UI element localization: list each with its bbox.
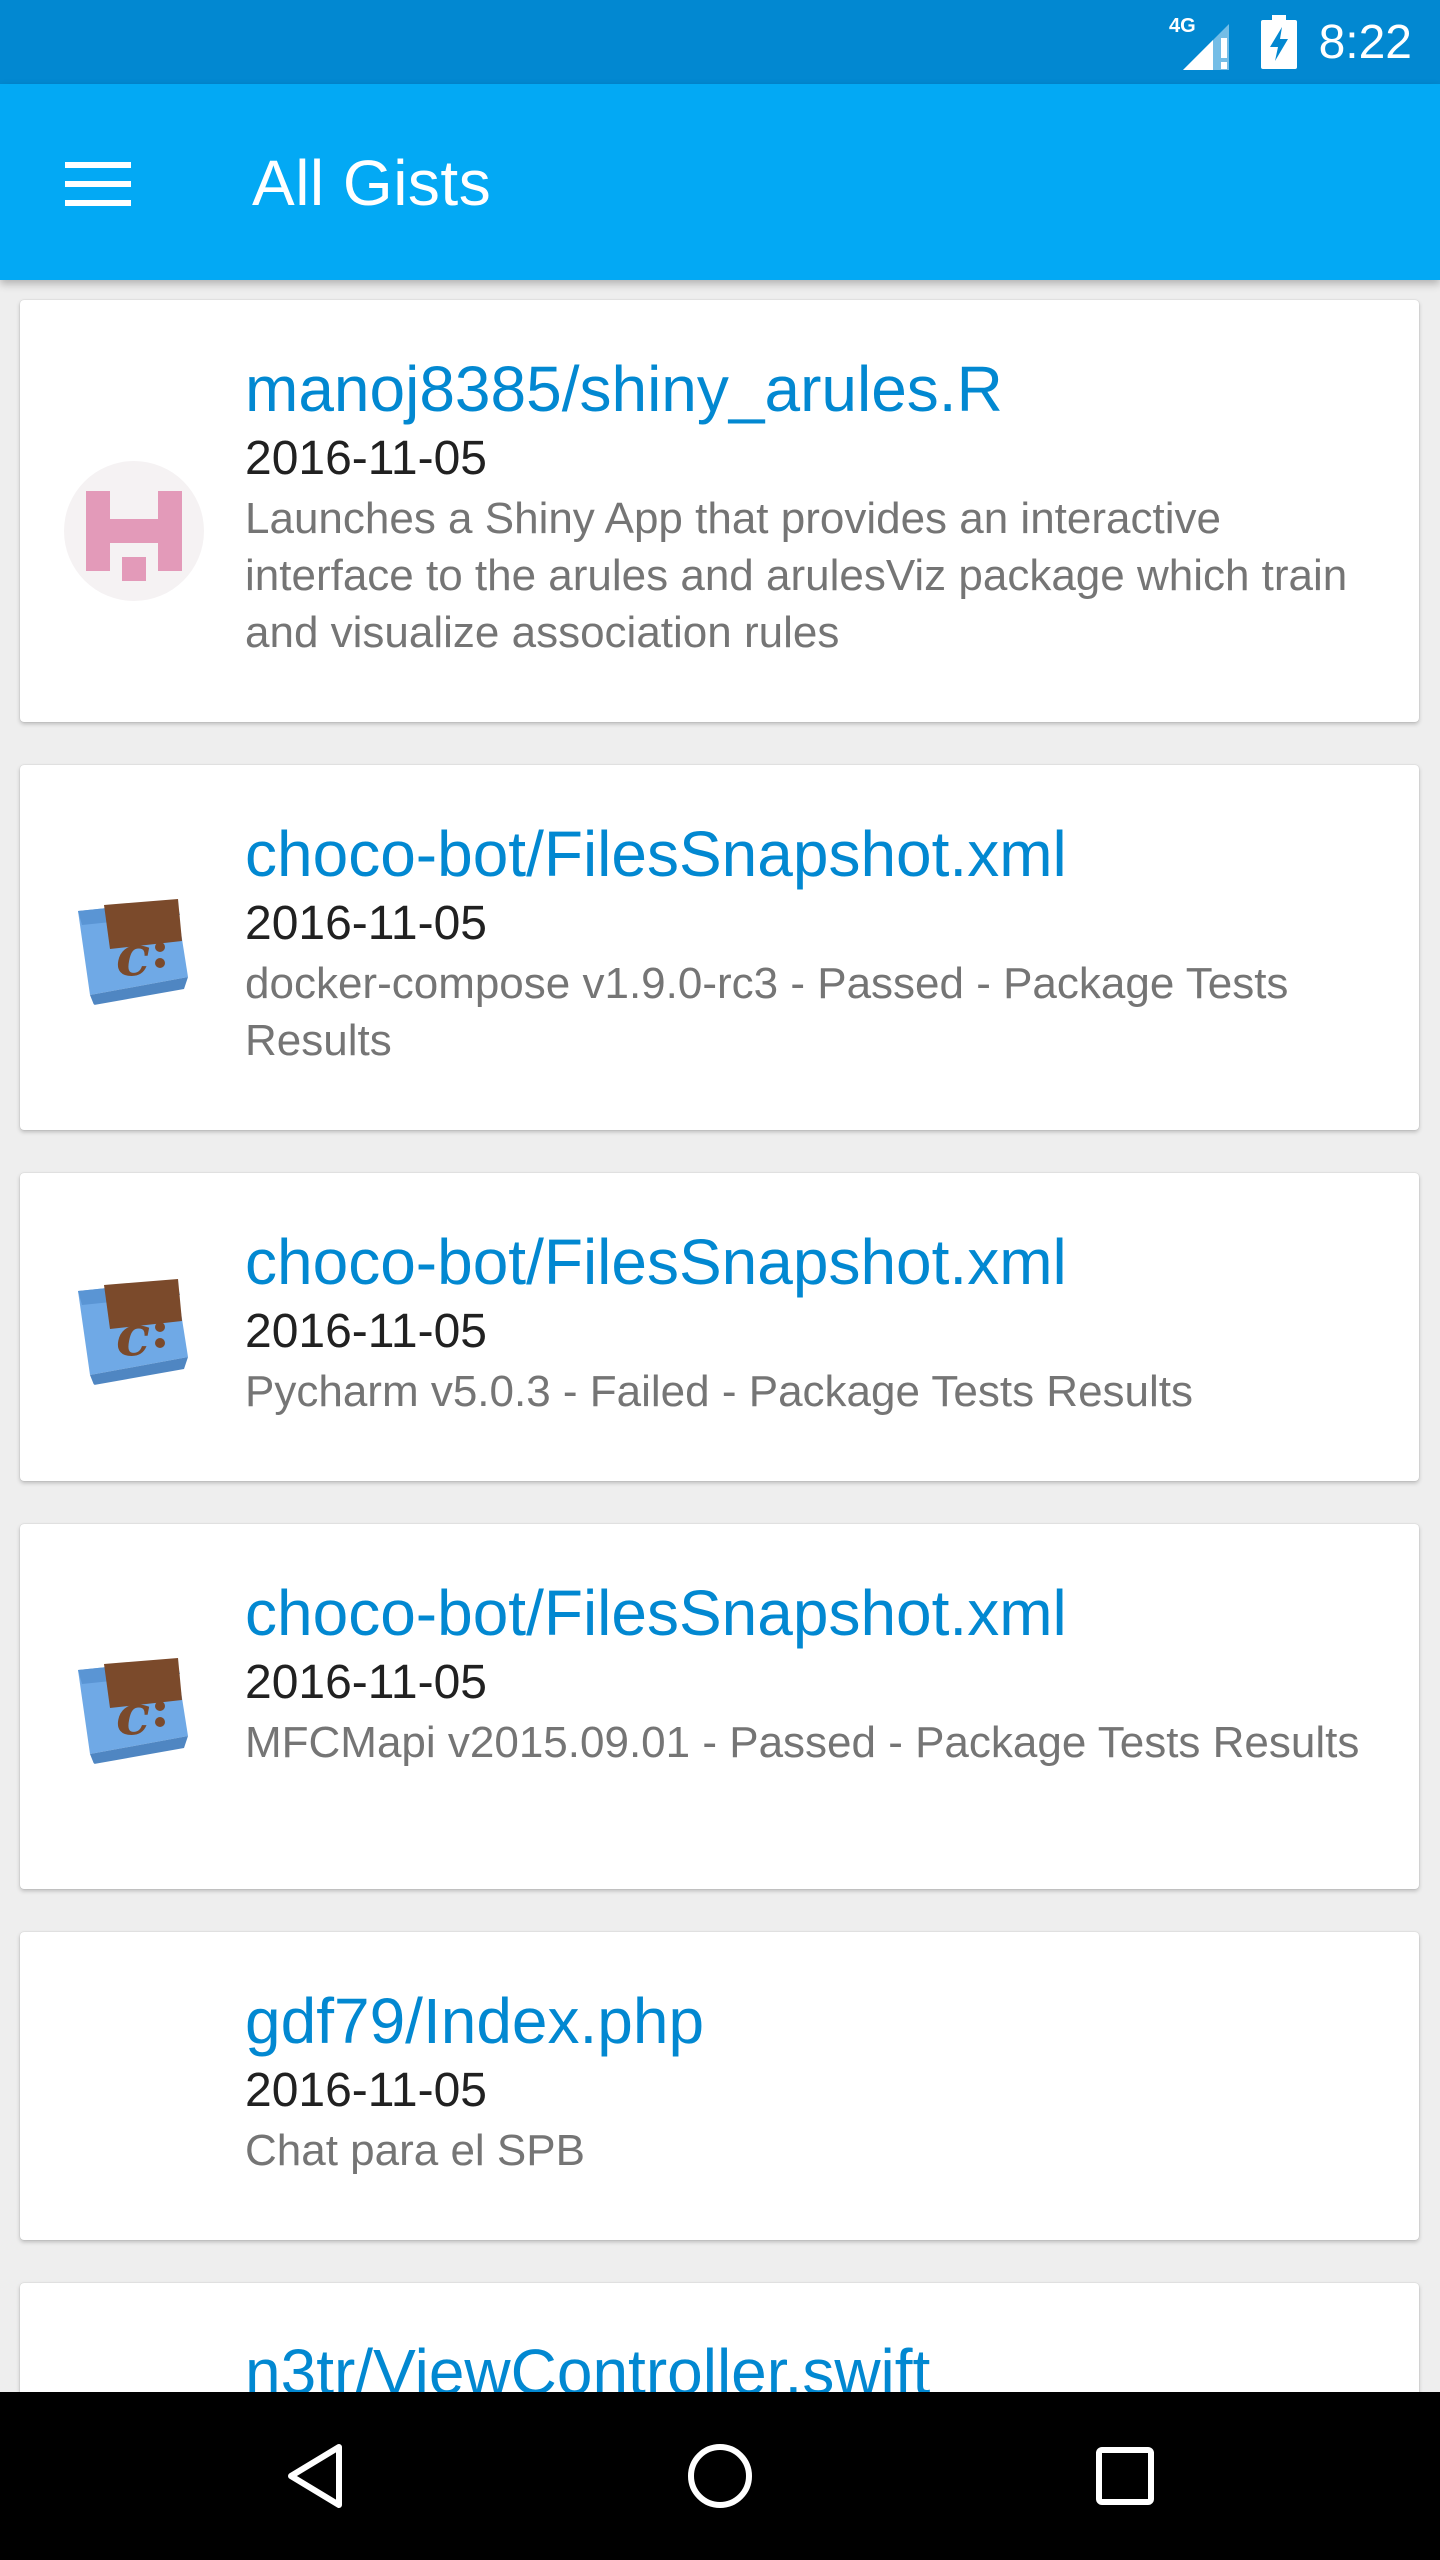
- svg-text:c: c: [116, 1682, 150, 1748]
- gist-date: 2016-11-05: [245, 1305, 487, 1358]
- gist-title[interactable]: n3tr/ViewController.swift: [245, 2333, 1379, 2392]
- status-time: 8:22: [1318, 15, 1412, 69]
- gist-title[interactable]: choco-bot/FilesSnapshot.xml: [245, 1574, 1379, 1652]
- status-bar: 4G 8:22: [0, 0, 1440, 84]
- gist-date: 2016-11-05: [245, 1656, 487, 1709]
- page-title: All Gists: [252, 147, 492, 219]
- gist-card[interactable]: c choco-bot/FilesSnapshot.xml 2016-11-05…: [20, 1524, 1419, 1889]
- gist-card[interactable]: n3tr/ViewController.swift: [20, 2283, 1419, 2392]
- gist-card[interactable]: manoj8385/shiny_arules.R 2016-11-05 Laun…: [20, 300, 1419, 722]
- gist-title[interactable]: choco-bot/FilesSnapshot.xml: [245, 1223, 1379, 1301]
- gist-description: Chat para el SPB: [245, 2126, 585, 2175]
- gist-date: 2016-11-05: [245, 897, 487, 950]
- recents-square-icon[interactable]: [1075, 2426, 1175, 2526]
- chocolatey-avatar: c: [64, 877, 204, 1017]
- gist-description: MFCMapi v2015.09.01 - Passed - Package T…: [245, 1718, 1360, 1767]
- gist-card[interactable]: c choco-bot/FilesSnapshot.xml 2016-11-05…: [20, 1173, 1419, 1481]
- hamburger-menu-icon[interactable]: [48, 144, 148, 224]
- identicon-avatar: [64, 461, 204, 601]
- gist-title[interactable]: manoj8385/shiny_arules.R: [245, 350, 1379, 428]
- svg-text:c: c: [116, 1303, 150, 1369]
- back-triangle-icon[interactable]: [266, 2426, 366, 2526]
- app-bar: All Gists: [0, 84, 1440, 280]
- navigation-bar: [0, 2392, 1440, 2560]
- gist-title[interactable]: gdf79/Index.php: [245, 1982, 1379, 2060]
- gist-description: Pycharm v5.0.3 - Failed - Package Tests …: [245, 1367, 1194, 1416]
- gist-description: docker-compose v1.9.0-rc3 - Passed - Pac…: [245, 959, 1289, 1065]
- gist-card[interactable]: c choco-bot/FilesSnapshot.xml 2016-11-05…: [20, 765, 1419, 1130]
- gist-card[interactable]: gdf79/Index.php 2016-11-05 Chat para el …: [20, 1932, 1419, 2240]
- gist-date: 2016-11-05: [245, 2064, 487, 2117]
- network-type-label: 4G: [1169, 15, 1196, 37]
- gist-date: 2016-11-05: [245, 432, 487, 485]
- gist-description: Launches a Shiny App that provides an in…: [245, 494, 1348, 657]
- chocolatey-avatar: c: [64, 1257, 204, 1397]
- status-icons: 4G 8:22: [1169, 0, 1412, 84]
- cell-signal-icon: 4G: [1169, 12, 1239, 72]
- svg-text:c: c: [116, 923, 150, 989]
- home-circle-icon[interactable]: [670, 2426, 770, 2526]
- chocolatey-avatar: c: [64, 1636, 204, 1776]
- gist-list[interactable]: manoj8385/shiny_arules.R 2016-11-05 Laun…: [0, 280, 1440, 2392]
- battery-icon: [1260, 15, 1297, 69]
- gist-title[interactable]: choco-bot/FilesSnapshot.xml: [245, 815, 1379, 893]
